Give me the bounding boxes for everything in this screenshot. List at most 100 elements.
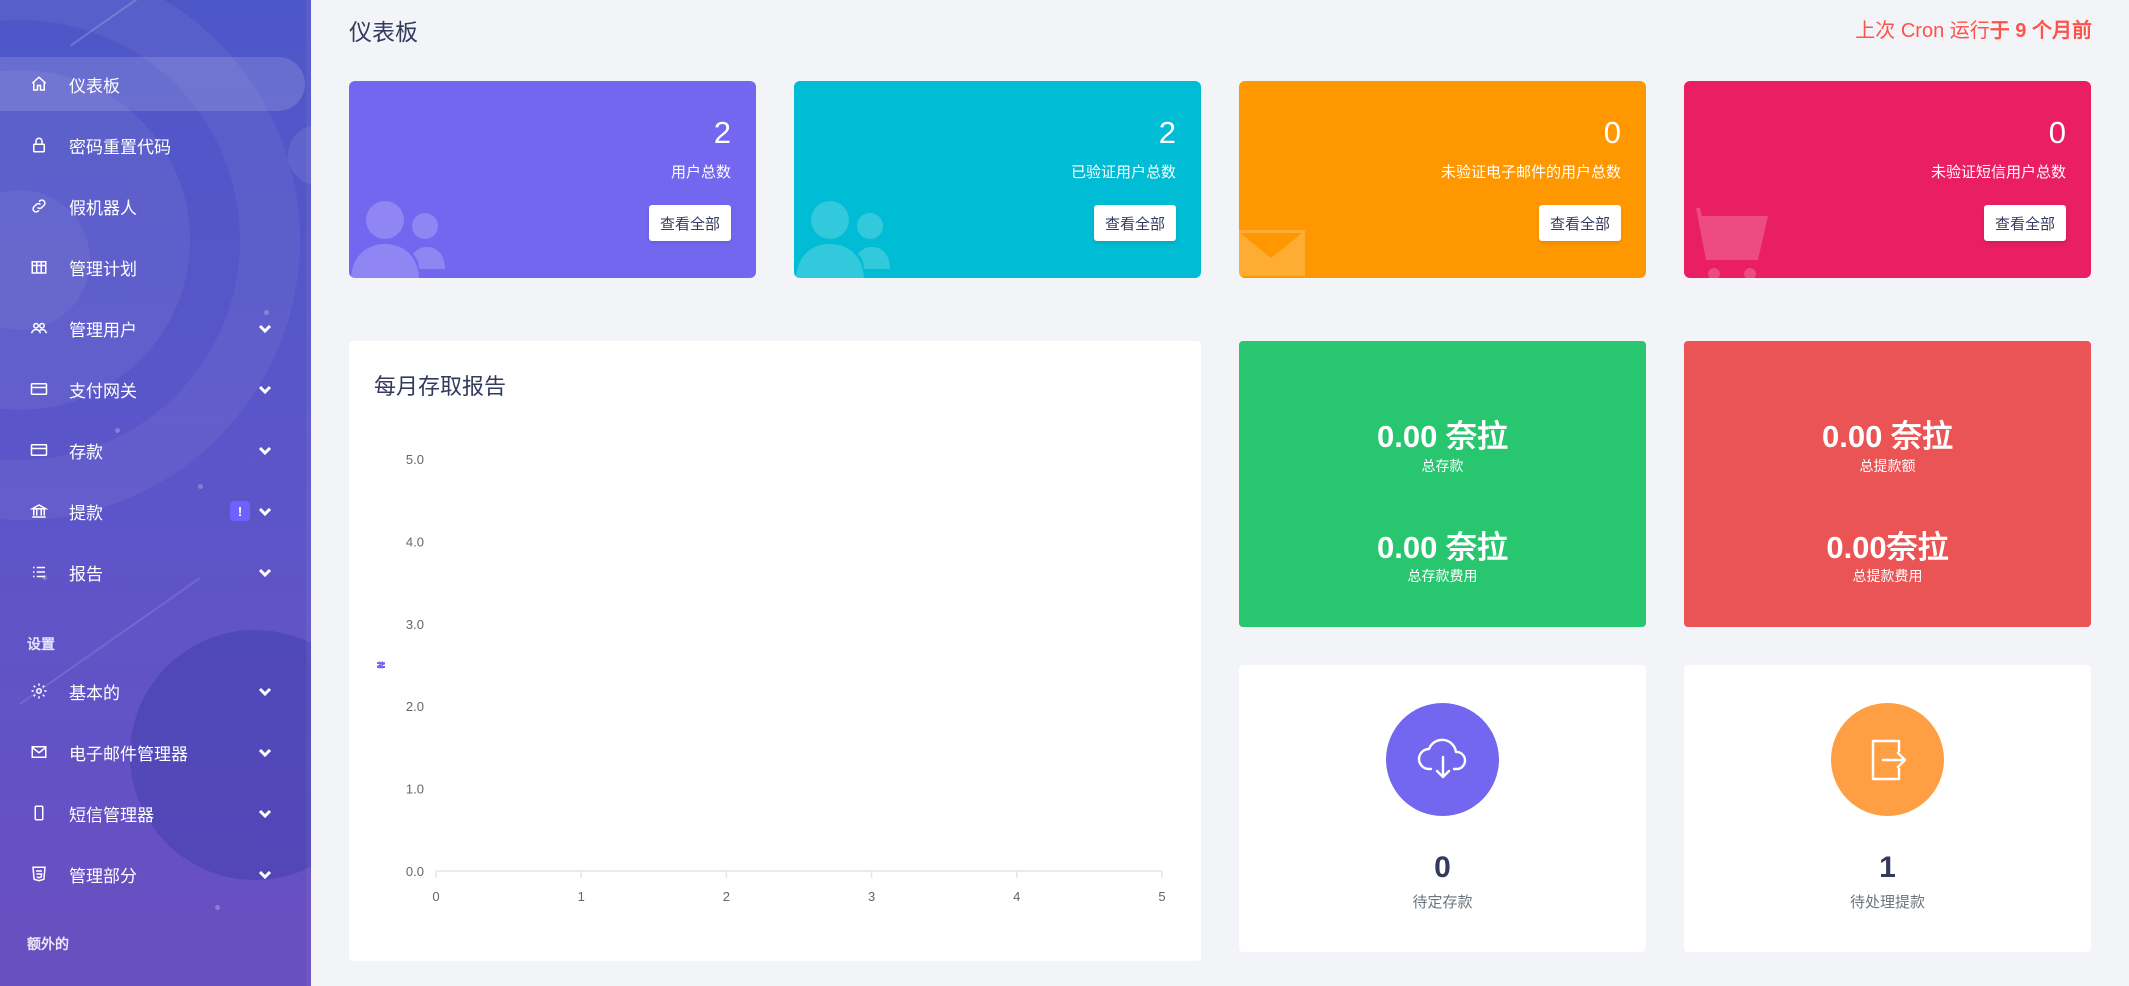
sidebar-item-manage-sections[interactable]: 管理部分: [0, 847, 305, 901]
sidebar-item-deposits[interactable]: 存款: [0, 423, 305, 477]
deposit-fee-amount: 0.00 奈拉: [1377, 530, 1508, 565]
sidebar-item-dashboard[interactable]: 仪表板: [0, 57, 305, 111]
alert-badge: !: [230, 501, 250, 521]
stat-label: 未验证短信用户总数: [1930, 164, 2066, 181]
cron-status-prefix: 上次 Cron 运行: [1855, 20, 1990, 42]
y-tick-label: 1.0: [406, 782, 424, 797]
total-withdraw-label: 总提款额: [1859, 458, 1916, 474]
stat-label: 用户总数: [670, 164, 731, 181]
withdraw-fee-amount: 0.00奈拉: [1826, 530, 1949, 565]
pending-withdrawals-card[interactable]: 1 待处理提款: [1684, 665, 2091, 952]
view-all-button[interactable]: 查看全部: [1983, 205, 2066, 241]
x-tick-label: 0: [432, 889, 439, 904]
chevron-down-icon: [258, 684, 272, 698]
x-tick-label: 4: [1013, 889, 1020, 904]
cron-status: 上次 Cron 运行于 9 个月前: [1855, 14, 2092, 43]
pending-deposits-label: 待定存款: [1412, 894, 1473, 911]
chevron-down-icon: [258, 321, 272, 335]
y-tick-label: 2.0: [406, 699, 424, 714]
deposit-fee-label: 总存款费用: [1407, 568, 1478, 584]
html5-icon: [29, 864, 49, 884]
chevron-down-icon: [258, 867, 272, 881]
chevron-down-icon: [258, 565, 272, 579]
y-tick-label: 4.0: [406, 534, 424, 549]
total-withdraw-amount: 0.00 奈拉: [1822, 419, 1953, 454]
users-icon: [794, 196, 892, 278]
sidebar-scrollbar[interactable]: [306, 0, 311, 986]
withdraw-fee-label: 总提款费用: [1852, 568, 1923, 584]
x-tick-label: 2: [723, 889, 730, 904]
view-all-button[interactable]: 查看全部: [648, 205, 731, 241]
chevron-down-icon: [258, 806, 272, 820]
y-tick-label: 0.0: [406, 864, 424, 879]
sidebar-item-withdrawals[interactable]: 提款 !: [0, 484, 305, 538]
pending-deposits-count: 0: [1434, 851, 1451, 884]
y-tick-label: 5.0: [406, 452, 424, 467]
view-all-button[interactable]: 查看全部: [1538, 205, 1621, 241]
pending-withdrawals-count: 1: [1879, 851, 1896, 884]
stat-value: 0: [2048, 115, 2066, 150]
lock-icon: [29, 135, 49, 155]
bank-icon: [29, 501, 49, 521]
envelope-icon: [1239, 196, 1337, 278]
sidebar-item-reports[interactable]: 报告: [0, 545, 305, 599]
sidebar-item-manage-plans[interactable]: 管理计划: [0, 240, 305, 294]
monthly-report-card: 每月存取报告 0.0 1.0 2.0 3.0 4.0 5.0 0 1 2 3 4 5 ₦: [349, 341, 1201, 961]
sidebar-item-label: 管理计划: [69, 259, 137, 279]
link-icon: [29, 196, 49, 216]
total-deposit-amount: 0.00 奈拉: [1377, 419, 1508, 454]
sidebar-item-label: 假机器人: [69, 198, 137, 218]
sidebar-item-password-reset[interactable]: 密码重置代码: [0, 118, 305, 172]
sidebar-item-email-manager[interactable]: 电子邮件管理器: [0, 725, 305, 779]
sidebar-item-general[interactable]: 基本的: [0, 664, 305, 718]
view-all-button[interactable]: 查看全部: [1093, 205, 1176, 241]
cron-status-time: 于 9 个月前: [1989, 20, 2092, 42]
stat-card-total-users: 2 用户总数 查看全部: [349, 81, 756, 278]
stat-value: 2: [713, 115, 731, 150]
monthly-report-chart: 0.0 1.0 2.0 3.0 4.0 5.0 0 1 2 3 4 5 ₦: [375, 452, 1166, 904]
x-tick-label: 3: [868, 889, 875, 904]
stat-card-sms-unverified: 0 未验证短信用户总数 查看全部: [1684, 81, 2091, 278]
stat-value: 0: [1603, 115, 1621, 150]
credit-card-icon: [29, 440, 49, 460]
stat-card-email-unverified: 0 未验证电子邮件的用户总数 查看全部: [1239, 81, 1646, 278]
stat-label: 未验证电子邮件的用户总数: [1440, 164, 1621, 181]
total-deposit-label: 总存款: [1421, 458, 1464, 474]
gear-icon: [29, 681, 49, 701]
stat-value: 2: [1158, 115, 1176, 150]
chevron-down-icon: [258, 443, 272, 457]
stat-card-verified-users: 2 已验证用户总数 查看全部: [794, 81, 1201, 278]
chevron-down-icon: [258, 382, 272, 396]
sidebar: 仪表板 密码重置代码 假机器人 管理计划 管理用户 支付网关 存款 提款 ! 报…: [0, 0, 311, 986]
sidebar-item-payment-gateways[interactable]: 支付网关: [0, 362, 305, 416]
sidebar-item-fake-bots[interactable]: 假机器人: [0, 179, 305, 233]
chevron-down-icon: [258, 745, 272, 759]
y-tick-label: 3.0: [406, 617, 424, 632]
stat-label: 已验证用户总数: [1070, 164, 1176, 181]
sidebar-item-manage-users[interactable]: 管理用户: [0, 301, 305, 355]
home-icon: [29, 74, 49, 94]
section-header-extra: 额外的: [27, 936, 69, 952]
sidebar-item-label: 密码重置代码: [69, 137, 171, 157]
users-icon: [29, 318, 49, 338]
withdraw-summary-card: 0.00 奈拉 总提款额 0.00奈拉 总提款费用: [1684, 341, 2091, 627]
envelope-icon: [29, 742, 49, 762]
building-icon: [29, 257, 49, 277]
cloud-download-icon: [1386, 703, 1499, 816]
page-title: 仪表板: [349, 19, 418, 45]
users-icon: [349, 196, 447, 278]
sidebar-decoration: [70, 0, 170, 47]
deposit-summary-card: 0.00 奈拉 总存款 0.00 奈拉 总存款费用: [1239, 341, 1646, 627]
sidebar-item-label: 仪表板: [69, 76, 120, 96]
y-axis-label: ₦: [375, 661, 388, 669]
cart-icon: [1684, 196, 1782, 278]
chevron-down-icon: [258, 504, 272, 518]
section-header-settings: 设置: [27, 636, 55, 652]
pending-deposits-card[interactable]: 0 待定存款: [1239, 665, 1646, 952]
sidebar-decoration: [215, 905, 220, 910]
credit-card-icon: [29, 379, 49, 399]
pending-withdrawals-label: 待处理提款: [1849, 894, 1925, 911]
x-tick-label: 1: [578, 889, 585, 904]
sidebar-item-sms-manager[interactable]: 短信管理器: [0, 786, 305, 840]
sign-out-icon: [1831, 703, 1944, 816]
